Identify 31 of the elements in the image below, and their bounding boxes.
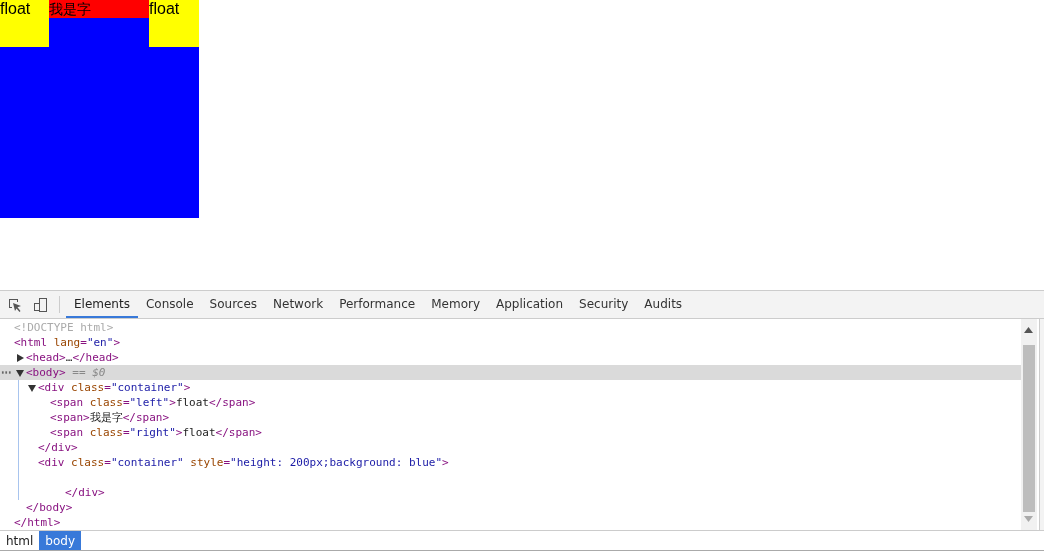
panel-tab[interactable]: Sources [201,291,266,318]
dom-node-line[interactable]: </div> [0,440,1021,455]
panel-tab[interactable]: Security [571,291,637,318]
panel-tab[interactable]: Elements [66,291,138,318]
dom-node-line[interactable]: <span>我是字</span> [0,410,1021,425]
dom-node-line[interactable]: <span class="left">float</span> [0,395,1021,410]
panel-tab[interactable]: Console [137,291,202,318]
dom-node-line[interactable]: </body> [0,500,1021,515]
dom-node-line[interactable]: <html lang="en"> [0,335,1021,350]
panel-tab[interactable]: Application [488,291,572,318]
inspect-icon[interactable] [7,296,23,313]
dom-node-line[interactable]: </html> [0,515,1021,530]
panel-tab[interactable]: Network [265,291,332,318]
panel-tab[interactable]: Performance [331,291,424,318]
more-icon[interactable] [1,371,11,374]
panel-tab[interactable]: Audits [636,291,691,318]
scrollbar[interactable] [1021,319,1037,530]
dom-node-line[interactable]: <span class="right">float</span> [0,425,1021,440]
float-box: float [149,0,199,47]
panel-tab[interactable]: Memory [423,291,488,318]
dom-node-line[interactable]: <head>…</head> [0,350,1021,365]
dom-node-line[interactable]: <div class="container" style="height: 200px;background: blue"> [0,455,1021,470]
scroll-up-icon[interactable] [1024,327,1033,333]
inline-text: 我是字 [49,0,149,18]
breadcrumb[interactable]: body [39,531,82,550]
dom-node-line[interactable]: <div class="container"> [0,380,1021,395]
collapsed-triangle-icon[interactable] [16,354,24,362]
float-box: float [0,0,49,47]
breadcrumb[interactable]: html [0,531,40,550]
device-icon[interactable] [33,296,49,313]
dom-node-line[interactable]: </div> [0,470,1021,500]
